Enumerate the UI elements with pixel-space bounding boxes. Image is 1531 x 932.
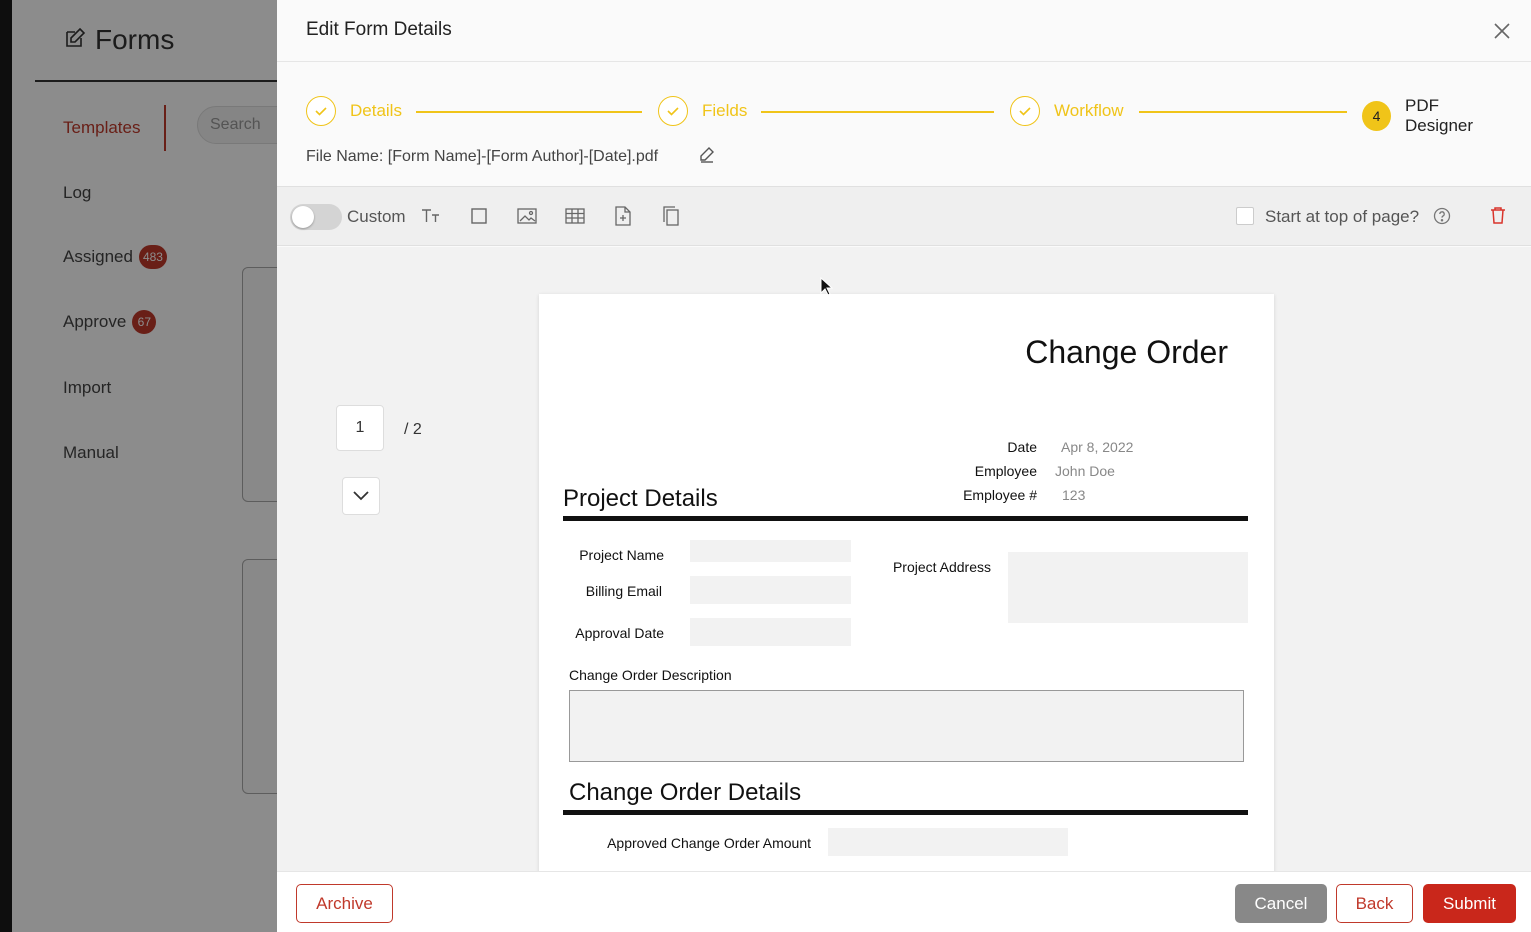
pencil-icon[interactable] — [698, 145, 716, 168]
pdf-page-preview[interactable]: Change Order Date Apr 8, 2022 Employee J… — [539, 294, 1274, 871]
meta-label-employee: Employee — [974, 463, 1037, 479]
file-name-text: File Name: [Form Name]-[Form Author]-[Da… — [306, 147, 659, 165]
image-icon[interactable] — [516, 205, 538, 227]
designer-toolbar: Custom Start at top of page? — [277, 186, 1531, 246]
check-icon — [1010, 96, 1040, 126]
step-connector — [416, 111, 642, 113]
section-divider — [563, 516, 1248, 521]
step-label: Workflow — [1054, 101, 1124, 120]
start-at-top-label: Start at top of page? — [1265, 207, 1420, 226]
meta-value-employee-number: 123 — [1062, 487, 1086, 503]
edit-form-modal: Edit Form Details Details Fields Workflo… — [277, 0, 1531, 932]
file-name-row: File Name: [Form Name]-[Form Author]-[Da… — [306, 145, 716, 168]
modal-header: Edit Form Details — [277, 0, 1531, 62]
project-details-heading: Project Details — [563, 485, 718, 512]
add-page-icon[interactable] — [612, 205, 634, 227]
step-number: 4 — [1362, 101, 1392, 131]
meta-value-employee: John Doe — [1055, 463, 1115, 479]
step-workflow[interactable]: Workflow — [1010, 96, 1124, 126]
modal-title: Edit Form Details — [306, 19, 452, 40]
change-order-details-heading: Change Order Details — [569, 779, 802, 806]
approval-date-label: Approval Date — [575, 625, 664, 641]
text-size-icon[interactable] — [420, 205, 442, 227]
meta-value-date: Apr 8, 2022 — [1061, 439, 1134, 455]
project-name-label: Project Name — [579, 547, 664, 563]
pdf-title: Change Order — [1025, 334, 1228, 370]
custom-toggle[interactable] — [290, 204, 342, 230]
project-address-field[interactable] — [1008, 552, 1248, 623]
section-divider — [563, 810, 1248, 815]
start-at-top-checkbox[interactable] — [1236, 207, 1254, 225]
billing-email-label: Billing Email — [585, 583, 662, 599]
mouse-cursor-icon — [820, 276, 834, 297]
step-connector — [1139, 111, 1347, 113]
page-number-input[interactable]: 1 — [336, 405, 384, 451]
help-icon[interactable] — [1433, 207, 1451, 225]
archive-button[interactable]: Archive — [296, 884, 393, 923]
meta-label-date: Date — [1007, 439, 1037, 455]
description-field[interactable] — [569, 690, 1244, 762]
billing-email-field[interactable] — [690, 576, 851, 604]
step-label: PDF Designer — [1405, 96, 1474, 135]
progress-stepper: Details Fields Workflow 4 PDF Designer — [306, 96, 1508, 135]
check-icon — [306, 96, 336, 126]
project-address-label: Project Address — [892, 559, 991, 575]
pdf-canvas: 1 / 2 Change Order Date Apr 8, 2022 Empl… — [277, 247, 1531, 871]
modal-footer: Archive Cancel Back Submit — [277, 871, 1531, 932]
chevron-down-icon[interactable] — [342, 477, 380, 515]
step-fields[interactable]: Fields — [658, 96, 747, 126]
table-icon[interactable] — [564, 205, 586, 227]
cancel-button[interactable]: Cancel — [1235, 884, 1327, 923]
project-name-field[interactable] — [690, 540, 851, 562]
copy-page-icon[interactable] — [660, 205, 682, 227]
approved-amount-label: Approved Change Order Amount — [607, 835, 811, 851]
approval-date-field[interactable] — [690, 618, 851, 646]
step-label: Fields — [702, 101, 748, 120]
description-label: Change Order Description — [569, 667, 732, 683]
trash-icon[interactable] — [1490, 206, 1508, 226]
step-connector — [761, 111, 994, 113]
step-label: Details — [350, 101, 402, 120]
rectangle-icon[interactable] — [468, 205, 490, 227]
page-total: / 2 — [404, 421, 422, 438]
custom-toggle-label: Custom — [347, 207, 406, 226]
step-details[interactable]: Details — [306, 96, 402, 126]
meta-label-employee-number: Employee # — [963, 487, 1037, 503]
step-pdf-designer[interactable]: 4 PDF Designer — [1362, 96, 1508, 136]
check-icon — [658, 96, 688, 126]
back-button[interactable]: Back — [1336, 884, 1413, 923]
submit-button[interactable]: Submit — [1423, 884, 1516, 923]
toggle-knob — [292, 206, 314, 228]
approved-amount-field[interactable] — [828, 828, 1068, 856]
close-icon[interactable] — [1491, 20, 1513, 42]
